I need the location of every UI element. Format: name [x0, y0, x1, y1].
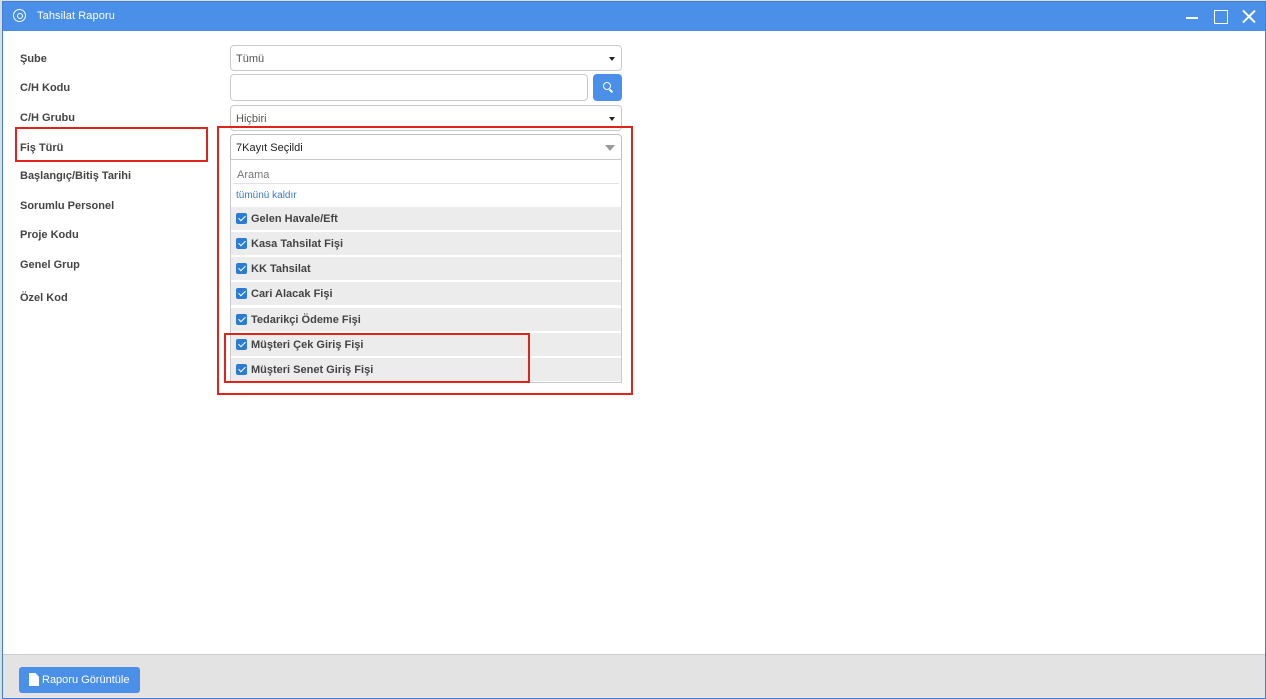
app-icon: [13, 9, 26, 22]
label-proje-kodu: Proje Kodu: [20, 229, 79, 241]
chevron-down-icon: [609, 117, 615, 121]
label-personel: Sorumlu Personel: [20, 200, 115, 212]
window-title: Tahsilat Raporu: [37, 10, 115, 22]
ch-grubu-select-value: Hiçbiri: [236, 113, 267, 125]
close-icon[interactable]: [1238, 6, 1260, 28]
maximize-icon[interactable]: [1209, 6, 1231, 28]
view-report-label: Raporu Görüntüle: [42, 674, 130, 686]
label-genel-grup: Genel Grup: [20, 259, 80, 271]
sube-select-value: Tümü: [236, 53, 265, 65]
label-ch-grubu: C/H Grubu: [20, 112, 75, 124]
highlight-musteri-options: [224, 333, 530, 383]
ch-kodu-input[interactable]: [230, 74, 588, 101]
footer-bar: Raporu Görüntüle: [3, 654, 1265, 698]
label-tarih: Başlangıç/Bitiş Tarihi: [20, 170, 132, 182]
chevron-down-icon: [609, 57, 615, 61]
sube-select[interactable]: Tümü: [230, 45, 622, 71]
highlight-fis-turu-label: [15, 127, 208, 162]
minimize-icon[interactable]: [1181, 6, 1203, 28]
view-report-button[interactable]: Raporu Görüntüle: [19, 667, 140, 693]
label-ozel-kod: Özel Kod: [20, 292, 68, 304]
label-sube: Şube: [20, 53, 47, 65]
label-ch-kodu: C/H Kodu: [20, 82, 71, 94]
document-icon: [29, 673, 39, 686]
title-bar: Tahsilat Raporu: [3, 2, 1265, 31]
report-window: Tahsilat Raporu Şube C/H Kodu C/H Grubu …: [2, 1, 1266, 699]
ch-search-button[interactable]: [593, 74, 622, 101]
